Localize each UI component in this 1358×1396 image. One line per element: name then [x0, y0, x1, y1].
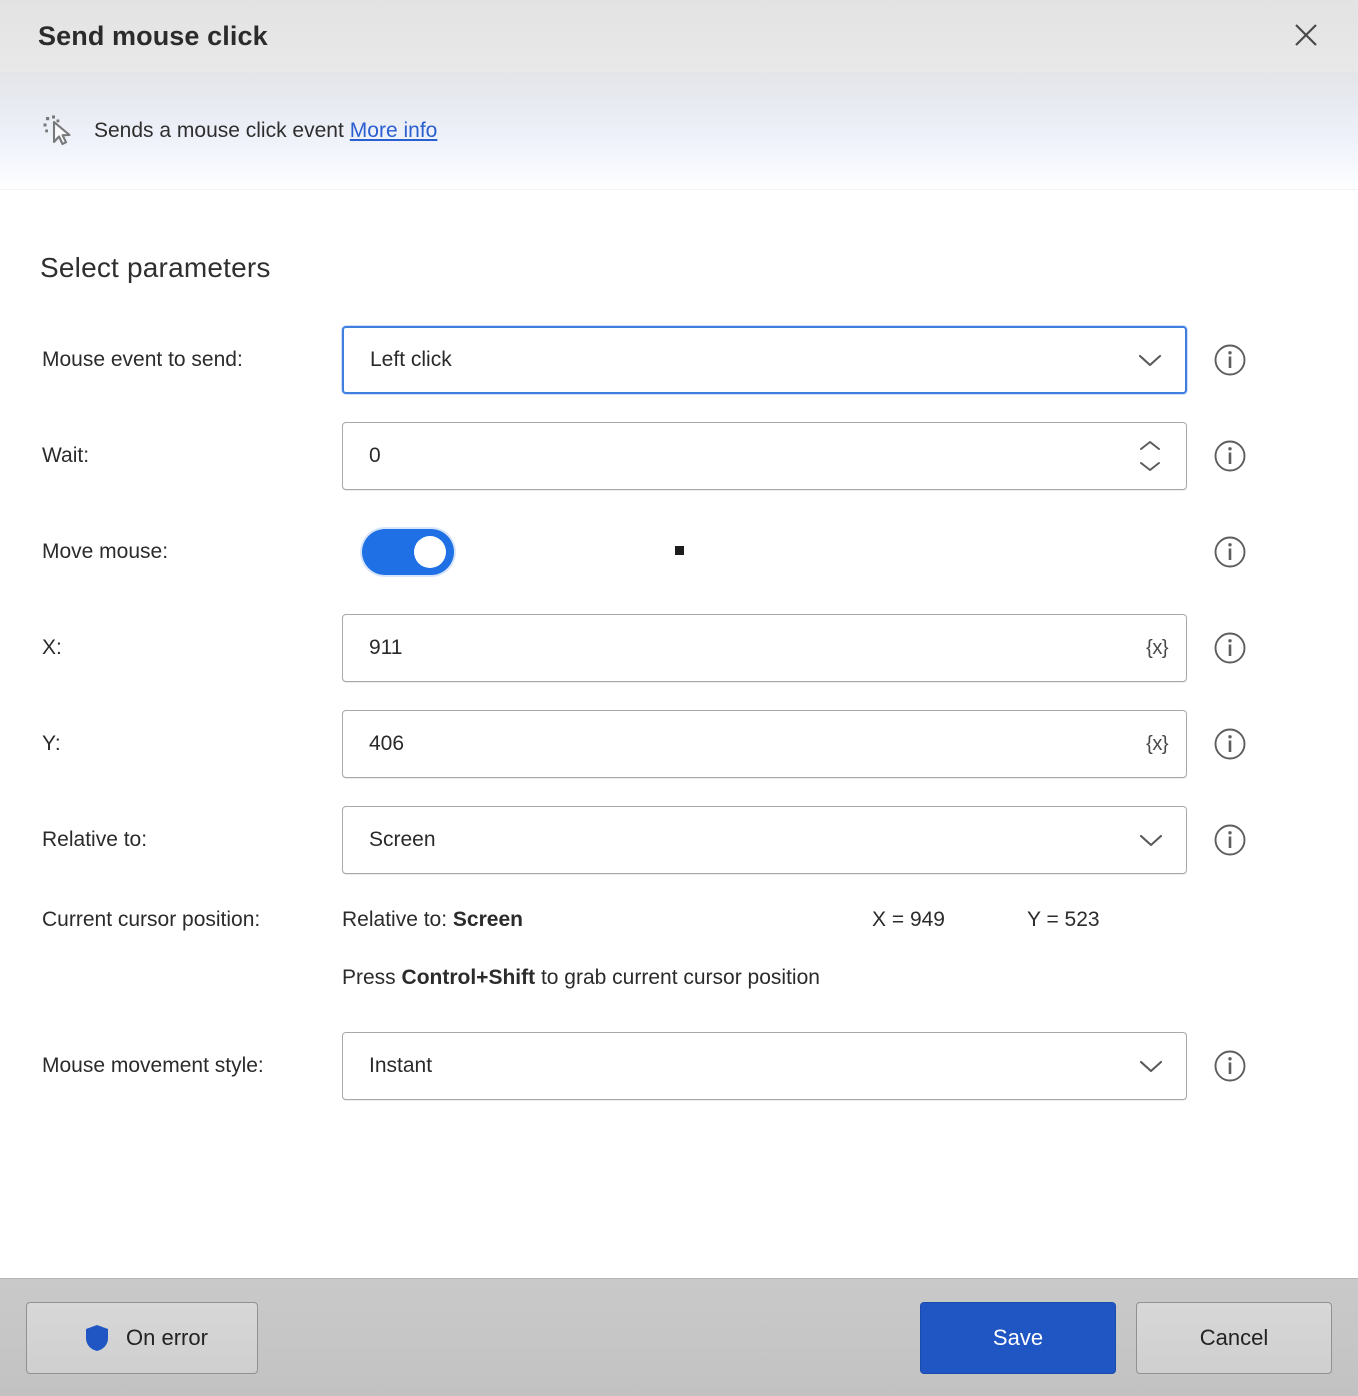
control-wait: 0 — [342, 422, 1247, 490]
dialog-title: Send mouse click — [38, 20, 268, 51]
row-move-mouse: Move mouse: — [0, 504, 1358, 600]
cursor-dot-artifact — [675, 546, 684, 555]
more-info-link[interactable]: More info — [350, 119, 438, 142]
chevron-down-icon — [1139, 834, 1163, 847]
footer-actions: Save Cancel — [920, 1301, 1332, 1374]
row-x: X: 911 {x} — [0, 600, 1358, 696]
wait-input[interactable]: 0 — [342, 422, 1187, 490]
cursor-grab-hint: Press Control+Shift to grab current curs… — [42, 966, 1358, 990]
cursor-relative-prefix: Relative to: — [342, 908, 448, 931]
info-icon-movement-style[interactable] — [1213, 1049, 1247, 1083]
section-title: Select parameters — [40, 252, 271, 283]
description-banner: Sends a mouse click event More info — [0, 72, 1358, 190]
label-wait: Wait: — [42, 444, 90, 468]
info-icon-mouse-event[interactable] — [1213, 343, 1247, 377]
label-move-mouse: Move mouse: — [42, 540, 169, 564]
control-x: 911 {x} — [342, 614, 1247, 682]
cursor-position-label: Current cursor position: — [42, 908, 261, 931]
relative-to-chevron[interactable] — [1130, 832, 1172, 848]
label-mouse-event: Mouse event to send: — [42, 348, 243, 372]
save-label: Save — [992, 1324, 1044, 1350]
hint-keys: Control+Shift — [401, 966, 536, 989]
control-movement-style: Instant — [342, 1032, 1247, 1100]
chevron-down-icon — [1139, 1060, 1163, 1073]
info-icon-x[interactable] — [1213, 631, 1247, 665]
y-value: 406 — [369, 732, 405, 755]
control-move-mouse — [342, 529, 1247, 575]
parameters-form: Mouse event to send: Left click Wait: 0 … — [0, 284, 1358, 1114]
hint-suffix: to grab current cursor position — [540, 966, 820, 989]
movement-style-chevron[interactable] — [1130, 1058, 1172, 1074]
send-mouse-click-dialog: Send mouse click Sends a mouse click eve… — [0, 0, 1358, 1396]
label-y: Y: — [42, 732, 61, 756]
close-icon — [1295, 24, 1317, 46]
label-relative-to: Relative to: — [42, 828, 148, 852]
control-y: 406 {x} — [342, 710, 1247, 778]
mouse-event-value: Left click — [370, 348, 452, 371]
relative-to-dropdown[interactable]: Screen — [342, 806, 1187, 874]
on-error-label: On error — [126, 1324, 208, 1350]
chevron-down-icon — [1138, 354, 1162, 367]
on-error-button[interactable]: On error — [26, 1301, 258, 1374]
toggle-knob — [414, 536, 446, 568]
save-button[interactable]: Save — [920, 1301, 1116, 1374]
description-label: Sends a mouse click event — [94, 119, 344, 142]
chevron-down-icon[interactable] — [1138, 460, 1162, 472]
cursor-y-readout: Y = 523 — [1027, 908, 1100, 931]
dialog-body: Select parameters Mouse event to send: L… — [0, 190, 1358, 1278]
cursor-relative-to: Relative to: Screen — [342, 908, 872, 932]
cursor-position-readout: Current cursor position: Relative to: Sc… — [42, 908, 1358, 932]
dialog-footer: On error Save Cancel — [0, 1278, 1358, 1396]
cancel-button[interactable]: Cancel — [1136, 1301, 1332, 1374]
control-mouse-event: Left click — [342, 326, 1247, 394]
movement-style-dropdown[interactable]: Instant — [342, 1032, 1187, 1100]
cursor-x-readout: X = 949 — [872, 908, 945, 931]
label-x: X: — [42, 636, 62, 660]
row-wait: Wait: 0 — [0, 408, 1358, 504]
relative-to-value: Screen — [369, 828, 436, 851]
x-variable-button[interactable]: {x} — [1146, 637, 1186, 660]
row-relative-to: Relative to: Screen — [0, 792, 1358, 888]
row-y: Y: 406 {x} — [0, 696, 1358, 792]
control-relative-to: Screen — [342, 806, 1247, 874]
x-input[interactable]: 911 {x} — [342, 614, 1187, 682]
current-cursor-position-block: Current cursor position: Relative to: Sc… — [0, 888, 1358, 990]
mouse-event-dropdown[interactable]: Left click — [342, 326, 1187, 394]
info-icon-relative-to[interactable] — [1213, 823, 1247, 857]
chevron-up-icon[interactable] — [1138, 440, 1162, 452]
mouse-event-chevron[interactable] — [1129, 352, 1171, 368]
hint-prefix: Press — [342, 966, 396, 989]
label-movement-style: Mouse movement style: — [42, 1054, 264, 1078]
x-value: 911 — [369, 636, 403, 659]
move-mouse-toggle[interactable] — [362, 529, 454, 575]
row-mouse-event: Mouse event to send: Left click — [0, 312, 1358, 408]
shield-icon — [86, 1324, 109, 1351]
cursor-relative-value: Screen — [452, 908, 523, 931]
info-icon-y[interactable] — [1213, 727, 1247, 761]
description-text: Sends a mouse click event More info — [94, 119, 437, 143]
info-icon-move-mouse[interactable] — [1213, 535, 1247, 569]
row-movement-style: Mouse movement style: Instant — [0, 1018, 1358, 1114]
info-icon-wait[interactable] — [1213, 439, 1247, 473]
dialog-titlebar: Send mouse click — [0, 0, 1358, 72]
close-button[interactable] — [1276, 6, 1336, 64]
mouse-click-cursor-icon — [43, 115, 71, 146]
movement-style-value: Instant — [369, 1054, 433, 1077]
wait-stepper[interactable] — [1132, 440, 1168, 472]
y-variable-button[interactable]: {x} — [1146, 733, 1186, 756]
y-input[interactable]: 406 {x} — [342, 710, 1187, 778]
cancel-label: Cancel — [1199, 1324, 1269, 1350]
wait-value: 0 — [369, 444, 381, 467]
